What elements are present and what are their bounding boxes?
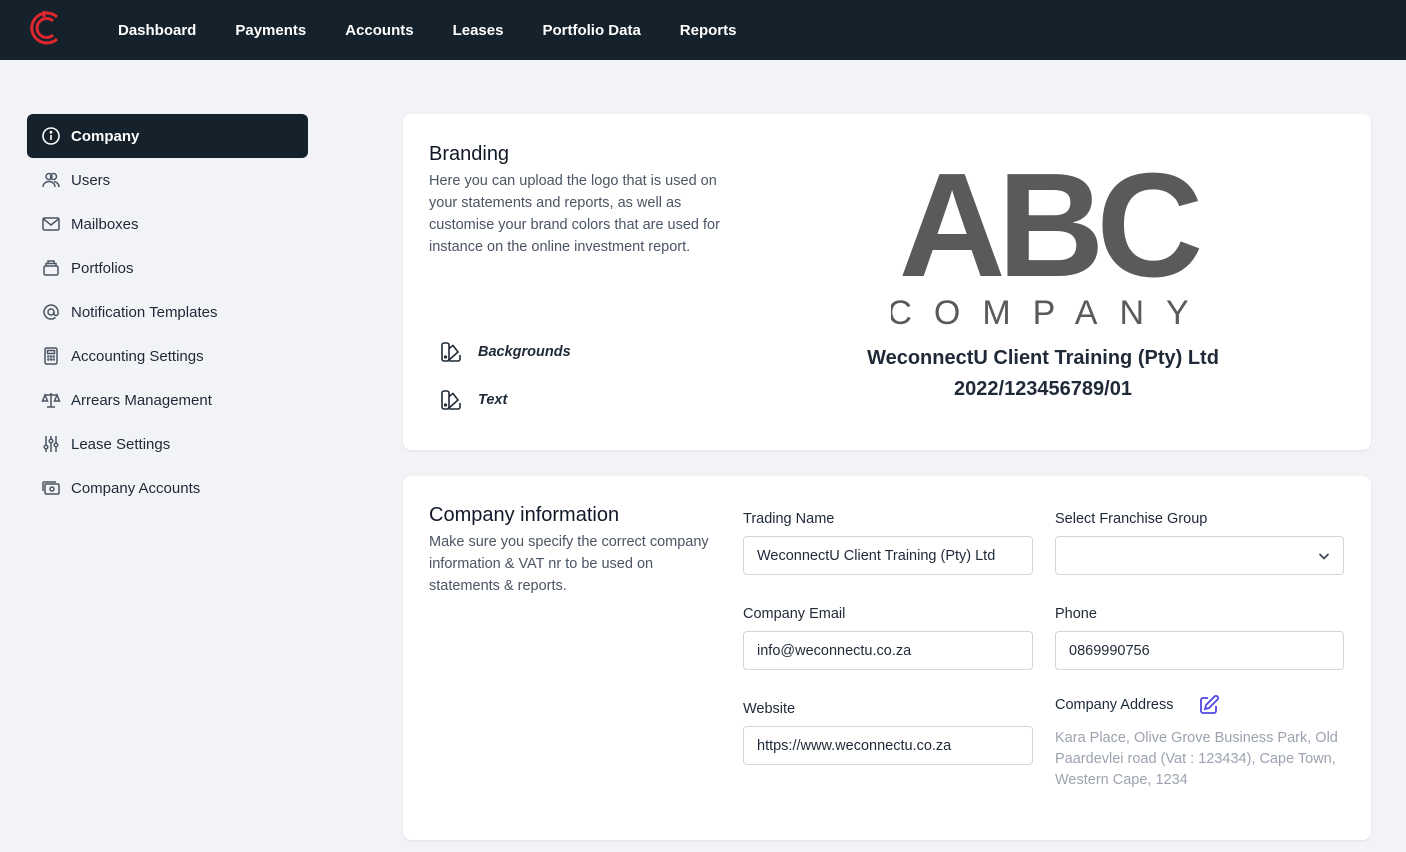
nav-dashboard[interactable]: Dashboard [118,22,196,39]
sidebar-item-label: Portfolios [71,259,134,277]
company-information-card: Company information Make sure you specif… [403,476,1371,840]
sidebar-item-label: Users [71,171,111,189]
brand-logo-icon[interactable] [30,9,62,47]
sidebar-item-label: Company Accounts [71,479,201,497]
info-icon [40,125,62,147]
website-input[interactable] [743,726,1033,765]
at-icon [40,301,62,323]
logo-text-company: COMPANY [891,294,1203,330]
company-address-label: Company Address [1055,697,1174,713]
sidebar-item-lease-settings[interactable]: Lease Settings [27,422,308,466]
backgrounds-option[interactable]: Backgrounds [439,340,571,364]
sidebar-item-portfolios[interactable]: Portfolios [27,246,308,290]
registration-number: 2022/123456789/01 [954,378,1132,400]
company-logo[interactable]: ABC COMPANY [891,160,1203,330]
chevron-down-icon [1318,553,1330,560]
portfolio-icon [40,257,62,279]
mail-icon [40,213,62,235]
phone-label: Phone [1055,606,1097,622]
company-address-text: Kara Place, Olive Grove Business Park, O… [1055,730,1338,788]
nav-leases[interactable]: Leases [453,22,504,39]
trading-name-label: Trading Name [743,511,835,527]
nav-portfolio-data[interactable]: Portfolio Data [542,22,640,39]
company-email-input[interactable] [743,631,1033,670]
sidebar-item-label: Notification Templates [71,303,218,321]
sidebar-item-mailboxes[interactable]: Mailboxes [27,202,308,246]
backgrounds-label: Backgrounds [478,344,571,360]
color-swatch-icon [441,390,461,410]
calculator-icon [40,345,62,367]
branding-description: Here you can upload the logo that is use… [429,173,720,255]
branding-card: Branding Here you can upload the logo th… [403,114,1371,450]
top-navbar: Dashboard Payments Accounts Leases Portf… [0,0,1406,60]
main-nav: Dashboard Payments Accounts Leases Portf… [118,0,775,60]
cash-icon [40,477,62,499]
company-info-title: Company information [429,504,620,526]
text-label: Text [478,392,508,408]
sidebar-item-arrears-management[interactable]: Arrears Management [27,378,308,422]
logo-text-abc: ABC [899,160,1200,308]
sidebar-item-label: Mailboxes [71,215,139,233]
website-label: Website [743,701,796,717]
sidebar-item-users[interactable]: Users [27,158,308,202]
franchise-group-select[interactable] [1055,536,1344,575]
color-swatch-icon [441,342,461,362]
sidebar-item-accounting-settings[interactable]: Accounting Settings [27,334,308,378]
company-info-description: Make sure you specify the correct compan… [429,534,709,594]
sliders-icon [40,433,62,455]
users-icon [40,169,62,191]
sidebar-item-label: Lease Settings [71,435,171,453]
sidebar-item-company[interactable]: Company [27,114,308,158]
settings-sidebar: Company Users Mailboxes Portfolios Notif… [27,114,308,510]
edit-address-icon[interactable] [1198,694,1220,716]
branding-title: Branding [429,143,510,165]
sidebar-item-label: Company [71,127,140,145]
sidebar-item-notification-templates[interactable]: Notification Templates [27,290,308,334]
nav-payments[interactable]: Payments [235,22,306,39]
company-email-label: Company Email [743,606,846,622]
sidebar-item-label: Accounting Settings [71,347,204,365]
franchise-group-label: Select Franchise Group [1055,511,1208,527]
trading-name-input[interactable] [743,536,1033,575]
phone-input[interactable] [1055,631,1344,670]
sidebar-item-label: Arrears Management [71,391,212,409]
nav-accounts[interactable]: Accounts [345,22,413,39]
text-option[interactable]: Text [439,388,507,412]
company-name: WeconnectU Client Training (Pty) Ltd [867,347,1219,369]
sidebar-item-company-accounts[interactable]: Company Accounts [27,466,308,510]
nav-reports[interactable]: Reports [680,22,737,39]
scale-icon [40,389,62,411]
